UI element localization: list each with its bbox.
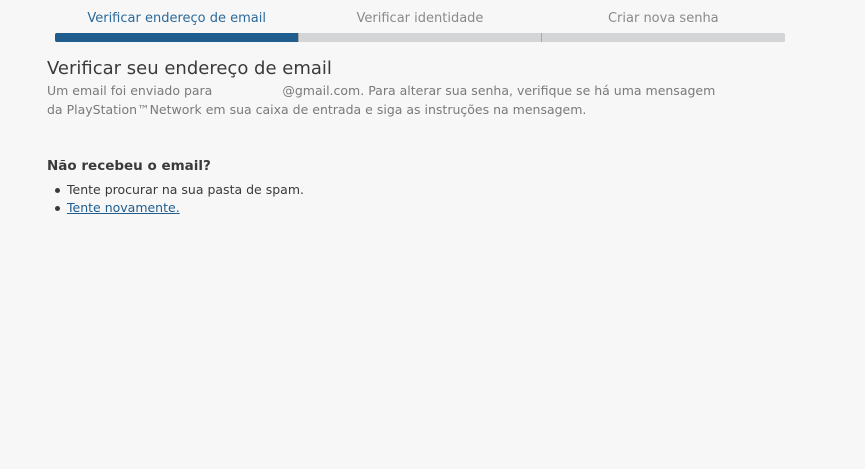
main-content: Verificar seu endereço de email Um email… xyxy=(47,57,727,217)
list-item-spam-tip: Tente procurar na sua pasta de spam. xyxy=(55,181,727,199)
progress-steps: Verificar endereço de email Verificar id… xyxy=(55,0,785,42)
email-sent-message: Um email foi enviado para @gmail.com. Par… xyxy=(47,81,727,119)
email-domain: @gmail.com. xyxy=(282,83,365,98)
page-title: Verificar seu endereço de email xyxy=(47,58,332,79)
step-segment-verify-email xyxy=(55,33,298,42)
step-segment-create-password xyxy=(541,33,785,42)
spam-tip-text: Tente procurar na sua pasta de spam. xyxy=(67,182,304,197)
help-list: Tente procurar na sua pasta de spam. Ten… xyxy=(47,181,727,217)
not-received-heading: Não recebeu o email? xyxy=(47,158,211,174)
step-progress-bar xyxy=(55,33,785,42)
retry-link[interactable]: Tente novamente. xyxy=(67,200,180,215)
list-item-retry: Tente novamente. xyxy=(55,199,727,217)
message-prefix: Um email foi enviado para xyxy=(47,83,213,98)
step-segment-verify-identity xyxy=(297,33,542,42)
password-reset-page: Verificar endereço de email Verificar id… xyxy=(0,0,865,469)
